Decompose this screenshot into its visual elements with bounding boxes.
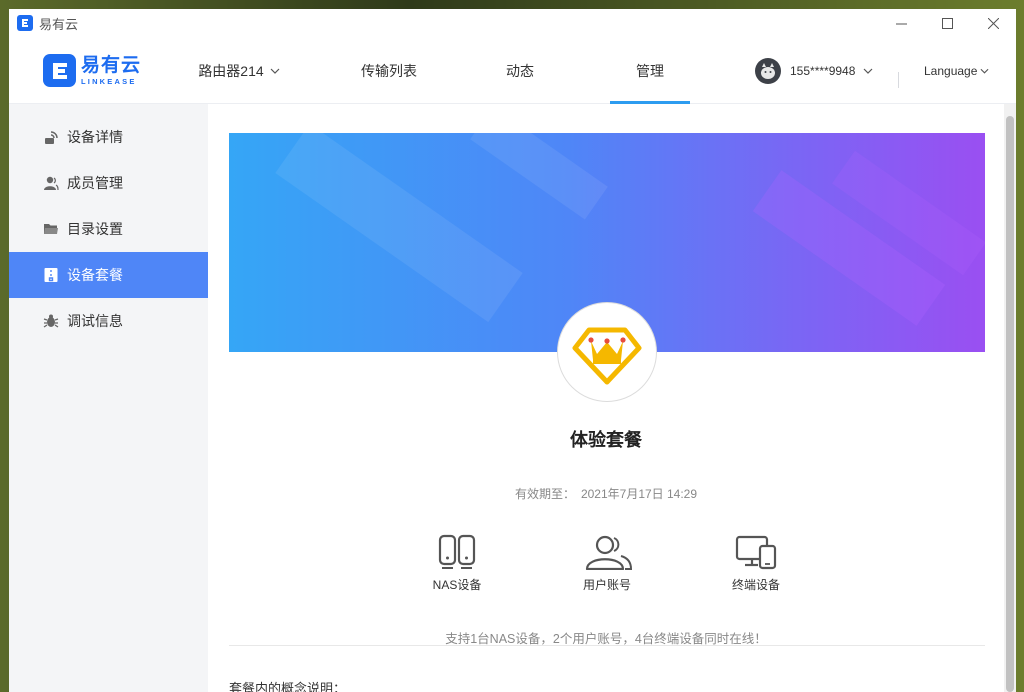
feature-label: 用户账号 [582,578,631,592]
feature-terminal-devices: 终端设备 [706,534,806,593]
sidebar-item-members[interactable]: 成员管理 [9,160,208,206]
sidebar-item-debug[interactable]: 调试信息 [9,298,208,344]
avatar [755,58,781,84]
plan-name: 体验套餐 [570,430,642,450]
user-icon [42,174,60,192]
plan-validity: 有效期至： 2021年7月17日 14:29 [208,485,1004,502]
folder-icon [42,220,60,238]
title-bar: 易有云 [9,9,1016,37]
scrollbar-thumb[interactable] [1006,116,1014,692]
router-icon [42,128,60,146]
brand-name: 易有云 [81,54,142,76]
feature-nas-devices: NAS设备 [407,534,507,593]
language-dropdown[interactable]: Language [924,57,989,85]
users-icon [585,535,633,570]
nav-router-dropdown[interactable]: 路由器214 [189,37,289,104]
tab-transfer-list[interactable]: 传输列表 [349,37,429,104]
maximize-icon [941,17,953,29]
validity-label: 有效期至： [514,487,575,501]
user-menu[interactable]: 155****9948 [755,57,873,85]
minimize-icon [895,23,907,24]
content-scrollbar[interactable] [1004,104,1016,692]
sidebar-item-label: 调试信息 [67,313,123,329]
brand-logo: 易有云 LINKEASE [43,54,141,87]
tab-activity-label: 动态 [506,62,534,79]
feature-label: NAS设备 [432,578,482,592]
app-logo-icon [17,15,33,31]
language-label: Language [924,64,978,78]
minimize-button[interactable] [878,9,924,37]
chevron-down-icon [270,68,280,74]
maximize-button[interactable] [924,9,970,37]
devices-icon [735,535,777,570]
nas-icon [438,534,476,569]
package-icon [42,266,60,284]
sidebar-item-device-details[interactable]: 设备详情 [9,114,208,160]
feature-user-accounts: 用户账号 [557,534,657,593]
chevron-down-icon [863,68,873,74]
validity-value: 2021年7月17日 14:29 [580,487,698,501]
brand-subtitle: LINKEASE [81,76,137,86]
chevron-down-icon [980,68,989,74]
sidebar: 设备详情 成员管理 目录设置 设备套餐 调试信息 [9,104,208,692]
diamond-crown-icon [572,327,642,385]
section-divider [229,645,985,646]
header-separator [898,72,899,88]
tab-manage[interactable]: 管理 [610,37,690,104]
app-header: 易有云 LINKEASE 路由器214 传输列表 动态 管理 155****99… [9,37,1016,104]
sidebar-item-directory[interactable]: 目录设置 [9,206,208,252]
close-button[interactable] [970,9,1016,37]
bug-icon [42,312,60,330]
plan-badge [557,302,657,402]
tab-manage-label: 管理 [636,62,664,79]
nav-router-label: 路由器214 [198,62,264,79]
feature-label: 终端设备 [731,578,780,592]
tab-transfer-list-label: 传输列表 [361,62,417,79]
brand-icon [43,54,76,87]
window-title: 易有云 [39,16,79,32]
user-name: 155****9948 [790,64,856,78]
close-icon [987,17,999,29]
concept-section-title: 套餐内的概念说明： [229,681,347,692]
sidebar-item-label: 设备套餐 [67,267,123,283]
sidebar-item-label: 目录设置 [67,221,123,237]
app-window: 易有云 易有云 LINKEASE 路由器214 传输列表 动态 管理 155**… [9,9,1016,692]
sidebar-item-label: 成员管理 [67,175,123,191]
sidebar-item-device-package[interactable]: 设备套餐 [9,252,208,298]
tab-activity[interactable]: 动态 [485,37,555,104]
sidebar-item-label: 设备详情 [67,129,123,145]
main-content: 体验套餐 有效期至： 2021年7月17日 14:29 NAS设备 用户账号 终… [208,104,1004,692]
